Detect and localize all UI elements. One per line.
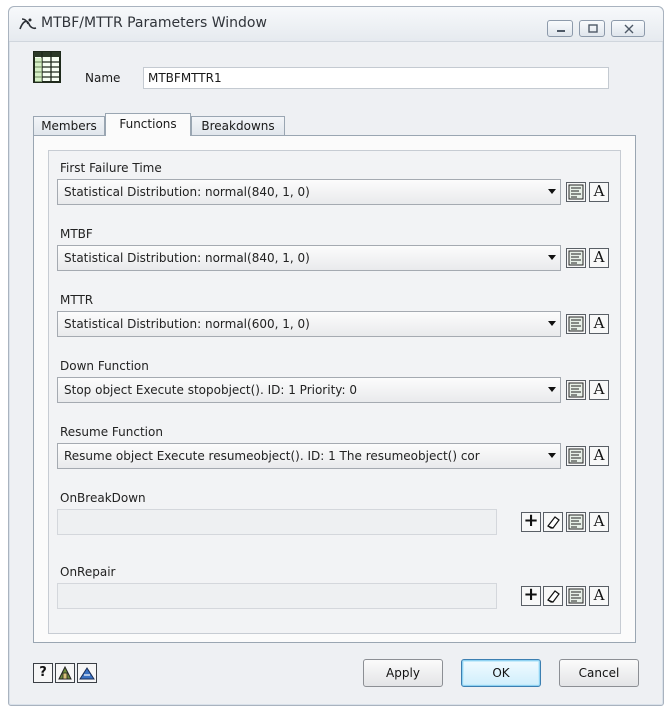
on-breakdown-trigger-field[interactable] [57, 509, 497, 535]
text-edit-button[interactable]: A [589, 248, 609, 268]
window-title: MTBF/MTTR Parameters Window [41, 15, 267, 31]
mttr-dropdown[interactable]: Statistical Distribution: normal(600, 1,… [57, 311, 561, 337]
edit-code-button[interactable] [566, 512, 586, 532]
code-edit-icon [568, 250, 584, 266]
resume-function-dropdown[interactable]: Resume object Execute resumeobject(). ID… [57, 443, 561, 469]
tab-functions[interactable]: Functions [105, 113, 191, 136]
dropdown-arrow-icon[interactable] [548, 453, 556, 458]
text-a-icon: A [593, 182, 605, 200]
edit-code-button[interactable] [566, 586, 586, 606]
on-breakdown-label: OnBreakDown [60, 491, 146, 505]
tab-breakdowns[interactable]: Breakdowns [191, 116, 285, 135]
ok-button[interactable]: OK [461, 659, 541, 687]
text-edit-button[interactable]: A [589, 314, 609, 334]
mtbf-value: Statistical Distribution: normal(840, 1,… [64, 251, 310, 265]
minimize-button[interactable] [547, 20, 573, 37]
dropdown-arrow-icon[interactable] [548, 255, 556, 260]
edit-code-button[interactable] [566, 248, 586, 268]
edit-code-button[interactable] [566, 182, 586, 202]
text-a-icon: A [593, 446, 605, 464]
text-a-icon: A [593, 512, 605, 530]
text-a-icon: A [593, 314, 605, 332]
sampler-button[interactable] [77, 663, 97, 683]
help-button[interactable]: ? [33, 663, 53, 683]
mttr-value: Statistical Distribution: normal(600, 1,… [64, 317, 310, 331]
down-function-dropdown[interactable]: Stop object Execute stopobject(). ID: 1 … [57, 377, 561, 403]
resume-function-value: Resume object Execute resumeobject(). ID… [64, 449, 480, 463]
plus-icon: + [523, 510, 539, 531]
properties-icon [58, 665, 72, 680]
code-edit-icon [568, 382, 584, 398]
name-label: Name [85, 71, 121, 85]
code-edit-icon [568, 514, 584, 530]
tab-members[interactable]: Members [33, 116, 105, 135]
minimize-icon [557, 30, 565, 32]
maximize-button[interactable] [579, 20, 605, 37]
on-repair-label: OnRepair [60, 565, 116, 579]
sampler-icon [79, 667, 95, 680]
dropdown-arrow-icon[interactable] [548, 321, 556, 326]
clear-trigger-button[interactable] [543, 586, 563, 606]
text-edit-button[interactable]: A [589, 512, 609, 532]
mtbf-label: MTBF [60, 227, 93, 241]
text-edit-button[interactable]: A [589, 586, 609, 606]
text-edit-button[interactable]: A [589, 182, 609, 202]
edit-code-button[interactable] [566, 446, 586, 466]
mtbf-dropdown[interactable]: Statistical Distribution: normal(840, 1,… [57, 245, 561, 271]
text-a-icon: A [593, 586, 605, 604]
code-edit-icon [568, 184, 584, 200]
close-icon [624, 24, 634, 34]
close-button[interactable] [611, 20, 645, 37]
on-repair-trigger-field[interactable] [57, 583, 497, 609]
object-properties-button[interactable] [55, 663, 75, 683]
maximize-icon [588, 24, 598, 33]
code-edit-icon [568, 316, 584, 332]
eraser-icon [547, 516, 560, 529]
add-trigger-button[interactable]: + [521, 584, 541, 606]
mttr-label: MTTR [60, 293, 94, 307]
first-failure-time-value: Statistical Distribution: normal(840, 1,… [64, 185, 310, 199]
text-a-icon: A [593, 248, 605, 266]
dropdown-arrow-icon[interactable] [548, 189, 556, 194]
down-function-label: Down Function [60, 359, 149, 373]
functions-group: First Failure Time Statistical Distribut… [48, 150, 621, 634]
first-failure-time-dropdown[interactable]: Statistical Distribution: normal(840, 1,… [57, 179, 561, 205]
code-edit-icon [568, 588, 584, 604]
text-edit-button[interactable]: A [589, 380, 609, 400]
help-icon: ? [39, 665, 47, 680]
table-grid-icon [33, 51, 61, 83]
parameters-window: MTBF/MTTR Parameters Window Name MTBFMTT… [8, 6, 664, 706]
plus-icon: + [523, 584, 539, 605]
dropdown-arrow-icon[interactable] [548, 387, 556, 392]
edit-code-button[interactable] [566, 314, 586, 334]
eraser-icon [547, 590, 560, 603]
edit-code-button[interactable] [566, 380, 586, 400]
first-failure-time-label: First Failure Time [60, 161, 162, 175]
resume-function-label: Resume Function [60, 425, 163, 439]
code-edit-icon [568, 448, 584, 464]
cancel-button[interactable]: Cancel [559, 659, 639, 687]
apply-button[interactable]: Apply [363, 659, 443, 687]
add-trigger-button[interactable]: + [521, 510, 541, 532]
text-edit-button[interactable]: A [589, 446, 609, 466]
name-input[interactable]: MTBFMTTR1 [143, 67, 609, 89]
functions-tab-panel: First Failure Time Statistical Distribut… [33, 135, 636, 643]
flexsim-logo-icon [19, 18, 37, 30]
clear-trigger-button[interactable] [543, 512, 563, 532]
down-function-value: Stop object Execute stopobject(). ID: 1 … [64, 383, 357, 397]
title-bar[interactable]: MTBF/MTTR Parameters Window [9, 7, 663, 42]
text-a-icon: A [593, 380, 605, 398]
